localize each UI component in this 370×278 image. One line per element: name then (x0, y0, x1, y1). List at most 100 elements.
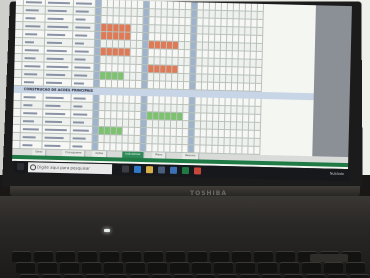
table-cell[interactable] (254, 138, 261, 147)
cell-text-blur (73, 105, 83, 108)
keyboard-key (166, 251, 185, 262)
keyboard-key (276, 251, 295, 262)
system-tray[interactable]: Nublado (330, 172, 344, 176)
table-cell[interactable] (257, 19, 264, 28)
taskbar-search-box[interactable]: Digite aqui para pesquisar (27, 162, 113, 175)
table-cell[interactable] (12, 116, 22, 126)
table-cell[interactable] (12, 140, 21, 150)
table-cell[interactable] (14, 45, 23, 55)
table-cell[interactable] (14, 69, 23, 79)
keyboard-key (218, 274, 237, 278)
cell-text-blur (44, 144, 61, 148)
keyboard-key (108, 274, 127, 278)
laptop-keyboard-deck (0, 196, 370, 278)
table-cell[interactable] (255, 114, 262, 123)
keyboard-key (284, 274, 303, 278)
table-cell[interactable] (255, 106, 262, 115)
cell-text-blur (23, 81, 35, 84)
table-cell[interactable] (257, 27, 264, 36)
table-cell[interactable] (254, 130, 261, 139)
cell-text-blur (25, 9, 39, 12)
table-cell[interactable] (13, 108, 22, 118)
cell-text-blur (74, 42, 84, 45)
power-led (104, 229, 110, 232)
cell-text-blur (72, 145, 83, 148)
cell-text-blur (74, 50, 89, 53)
mail-icon[interactable] (169, 166, 178, 174)
task-view-icon[interactable] (121, 165, 130, 173)
table-cell[interactable] (256, 35, 264, 44)
file-explorer-icon[interactable] (145, 166, 154, 174)
keyboard-key (262, 274, 281, 278)
cell-text-blur (75, 2, 92, 5)
cell-text-blur (24, 41, 34, 44)
cell-text-blur (73, 113, 88, 116)
cell-text-blur (47, 17, 64, 21)
table-cell[interactable] (15, 29, 24, 39)
cell-text-blur (23, 96, 36, 99)
table-cell[interactable] (254, 146, 261, 155)
cell-text-blur (74, 66, 91, 69)
cell-text-blur (45, 112, 66, 116)
table-cell[interactable] (254, 122, 262, 131)
taskbar-search-placeholder: Digite aqui para pesquisar (36, 164, 90, 171)
table-cell[interactable] (256, 59, 263, 68)
table-cell[interactable] (13, 77, 23, 87)
keyboard-key (86, 274, 105, 278)
cell-text-blur (24, 57, 36, 60)
cell-text-blur (72, 137, 86, 140)
weather-text: Nublado (329, 171, 345, 176)
cell-text-blur (75, 10, 89, 13)
store-icon[interactable] (157, 166, 166, 174)
table-cell[interactable] (14, 53, 23, 63)
table-cell[interactable] (14, 37, 24, 47)
table-cell[interactable] (257, 11, 264, 20)
cell-text-blur (25, 17, 36, 20)
table-cell[interactable] (12, 132, 21, 142)
keyboard-key (130, 274, 149, 278)
table-cell[interactable] (256, 75, 263, 84)
cell-text-blur (45, 96, 64, 100)
cell-text-blur (45, 120, 63, 124)
keyboard-key (232, 251, 251, 262)
keyboard-key (56, 251, 75, 262)
table-cell[interactable] (14, 61, 23, 71)
section-title: CONSTRUCAO DE ACOES PRINCIPAIS (23, 87, 94, 93)
edge-icon[interactable] (133, 165, 142, 173)
spreadsheet[interactable]: CONSTRUCAO DE ACOES PRINCIPAIS (12, 0, 352, 158)
table-cell[interactable] (256, 43, 263, 52)
search-icon (29, 164, 37, 171)
keyboard-key (236, 262, 255, 273)
table-cell[interactable] (15, 13, 24, 23)
cell-text-blur (73, 97, 86, 100)
keyboard-key (126, 262, 145, 273)
keyboard-key (240, 274, 259, 278)
keyboard-key (174, 274, 193, 278)
table-cell[interactable] (15, 5, 24, 15)
laptop-screen: CONSTRUCAO DE ACOES PRINCIPAIS Geral Cron… (12, 0, 352, 170)
cell-text-blur (22, 136, 36, 139)
table-cell[interactable] (255, 98, 262, 107)
chrome-icon[interactable] (193, 167, 202, 175)
keyboard-key (82, 262, 101, 273)
table-cell[interactable] (15, 21, 24, 31)
keyboard-key (170, 262, 189, 273)
cell-text-blur (73, 82, 84, 85)
keyboard-key (20, 274, 39, 278)
keyboard-key (78, 251, 97, 262)
cell-text-blur (24, 65, 41, 68)
table-cell[interactable] (12, 124, 21, 134)
excel-icon[interactable] (181, 167, 190, 175)
table-cell[interactable] (13, 92, 22, 102)
keyboard-key (328, 274, 347, 278)
table-cell[interactable] (256, 51, 263, 60)
keyboard-key (302, 262, 321, 273)
table-cell[interactable] (255, 83, 263, 92)
keyboard-key (34, 251, 53, 262)
table-cell[interactable] (256, 67, 263, 76)
cell-text-blur (46, 49, 67, 53)
table-cell[interactable] (13, 100, 22, 110)
table-cell[interactable] (257, 3, 264, 12)
windows-start-icon[interactable] (16, 162, 25, 171)
keyboard-key (192, 262, 211, 273)
